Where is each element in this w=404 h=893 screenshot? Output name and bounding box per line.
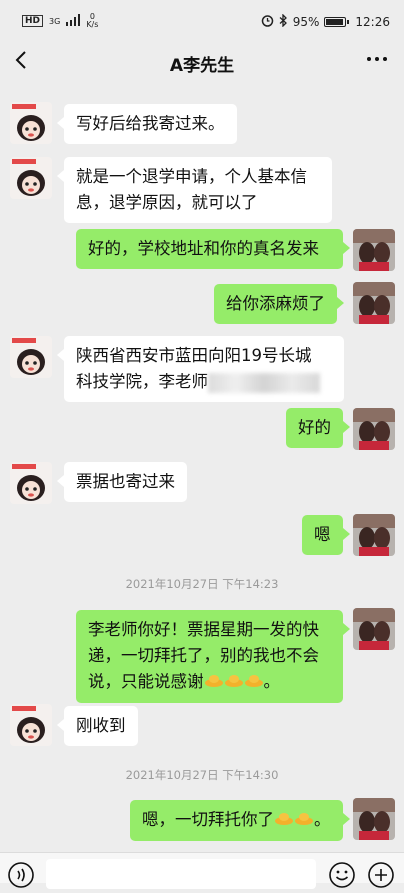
emoji-icon[interactable] <box>328 861 356 889</box>
my-avatar[interactable] <box>353 282 395 324</box>
message-line: 李老师你好！票据星期一发的快 <box>88 620 319 639</box>
message-bubble-outgoing[interactable]: 嗯 <box>302 515 349 555</box>
message-text: 好的，学校地址和你的真名发来 <box>88 239 319 258</box>
hd-badge: HD <box>22 15 44 27</box>
message-line-text: 说，只能说感谢 <box>88 672 204 691</box>
message-text: 给你添麻烦了 <box>226 294 325 313</box>
network-speed: 0 K/s <box>86 13 98 29</box>
bluetooth-icon <box>279 13 288 30</box>
alarm-icon <box>261 14 274 30</box>
message-bubble-outgoing[interactable]: 嗯，一切拜托你了 。 <box>130 800 349 841</box>
end-mark: 。 <box>314 810 331 829</box>
message-line: 递，一切拜托了，别的我也不会 <box>88 646 319 665</box>
cartoon-avatar-image <box>10 336 52 378</box>
chat-timestamp: 2021年10月27日 下午14:23 <box>125 577 279 591</box>
message-line: 就是一个退学申请，个人基本信 <box>76 167 307 186</box>
bow-emoji-icon <box>294 808 314 834</box>
cartoon-avatar-image <box>10 462 52 504</box>
photo-avatar-image <box>353 229 395 271</box>
battery-fill <box>326 19 343 25</box>
chat-header: A李先生 <box>0 44 404 78</box>
plus-icon[interactable] <box>367 861 395 889</box>
message-line-text: 科技学院，李老师 <box>76 372 208 391</box>
contact-avatar[interactable] <box>10 336 52 378</box>
photo-avatar-image <box>353 514 395 556</box>
voice-icon[interactable] <box>7 861 35 889</box>
message-bubble-outgoing[interactable]: 给你添麻烦了 <box>214 284 344 324</box>
redacted-blur <box>208 372 320 393</box>
contact-avatar[interactable] <box>10 157 52 199</box>
battery-text: 95% <box>292 15 320 29</box>
message-text: 嗯 <box>314 525 331 544</box>
contact-avatar[interactable] <box>10 102 52 144</box>
my-avatar[interactable] <box>353 608 395 650</box>
message-line: 说，只能说感谢 。 <box>88 669 331 696</box>
chat-title: A李先生 <box>169 56 235 76</box>
contact-avatar[interactable] <box>10 462 52 504</box>
message-bubble-incoming[interactable]: 票据也寄过来 <box>57 462 187 502</box>
cartoon-avatar-image <box>10 704 52 746</box>
speed-unit: K/s <box>86 20 99 29</box>
bow-emoji-icon <box>204 670 224 696</box>
status-bar: HD 3G 0 K/s 95% 12:26 <box>0 0 404 44</box>
status-time: 12:26 <box>355 15 390 29</box>
message-line: 息，退学原因，就可以了 <box>76 193 258 212</box>
message-text: 嗯，一切拜托你了 <box>142 810 274 829</box>
my-avatar[interactable] <box>353 408 395 450</box>
message-text: 刚收到 <box>76 716 126 735</box>
cartoon-avatar-image <box>10 157 52 199</box>
message-line: 陕西省西安市蓝田向阳19号长城 <box>76 346 312 365</box>
end-mark: 。 <box>263 672 281 691</box>
photo-avatar-image <box>353 408 395 450</box>
network-type: 3G <box>49 16 61 26</box>
message-bubble-outgoing[interactable]: 好的 <box>286 408 350 448</box>
message-bubble-incoming[interactable]: 刚收到 <box>57 706 138 746</box>
photo-avatar-image <box>353 798 395 840</box>
signal-icon <box>66 13 81 29</box>
message-bubble-incoming[interactable]: 就是一个退学申请，个人基本信 息，退学原因，就可以了 <box>57 157 332 223</box>
battery-icon <box>324 17 350 27</box>
message-text: 写好后给我寄过来。 <box>76 114 225 133</box>
photo-avatar-image <box>353 282 395 324</box>
more-dots-icon[interactable] <box>364 46 390 72</box>
status-right: 95% 12:26 <box>261 13 390 30</box>
my-avatar[interactable] <box>353 229 395 271</box>
my-avatar[interactable] <box>353 798 395 840</box>
message-bubble-outgoing[interactable]: 李老师你好！票据星期一发的快 递，一切拜托了，别的我也不会 说，只能说感谢 。 <box>76 610 350 703</box>
bow-emoji-icon <box>224 670 244 696</box>
bow-emoji-icon <box>274 808 294 834</box>
contact-avatar[interactable] <box>10 704 52 746</box>
message-bubble-outgoing[interactable]: 好的，学校地址和你的真名发来 <box>76 229 350 269</box>
chat-timestamp: 2021年10月27日 下午14:30 <box>125 768 279 782</box>
message-bubble-incoming[interactable]: 陕西省西安市蓝田向阳19号长城 科技学院，李老师 <box>57 336 344 402</box>
status-left: HD 3G 0 K/s <box>22 13 98 29</box>
message-bubble-incoming[interactable]: 写好后给我寄过来。 <box>57 104 237 144</box>
photo-avatar-image <box>353 608 395 650</box>
message-text: 票据也寄过来 <box>76 472 175 491</box>
message-line: 科技学院，李老师 <box>76 369 332 395</box>
input-bar <box>0 852 404 889</box>
my-avatar[interactable] <box>353 514 395 556</box>
message-text: 好的 <box>298 418 331 437</box>
cartoon-avatar-image <box>10 102 52 144</box>
message-input[interactable] <box>46 859 316 889</box>
bow-emoji-icon <box>244 670 264 696</box>
